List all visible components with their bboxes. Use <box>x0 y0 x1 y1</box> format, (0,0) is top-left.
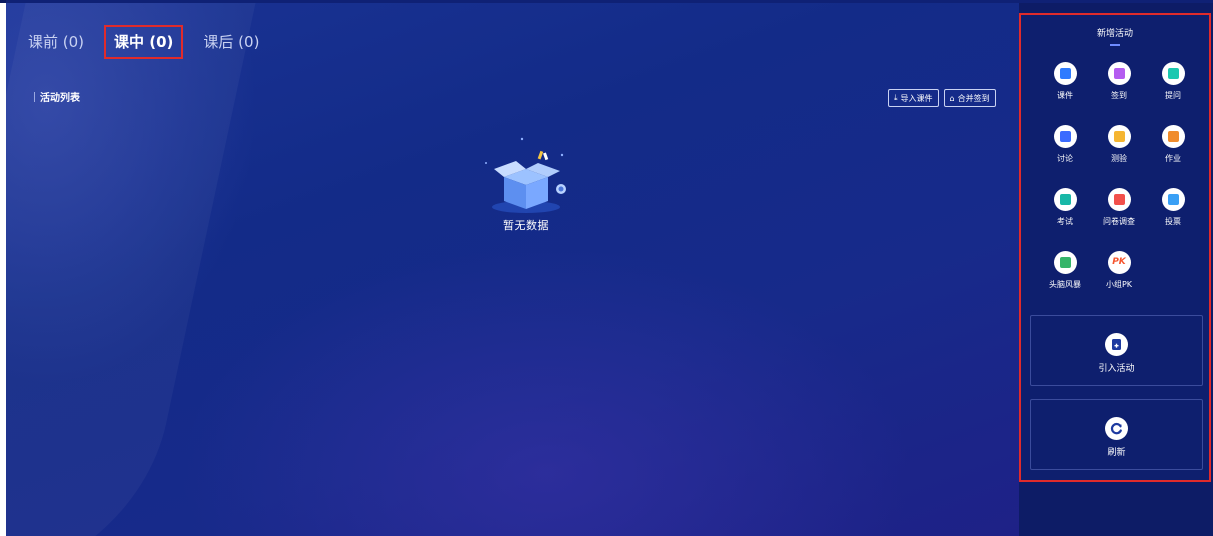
activity-homework[interactable]: 作业 <box>1150 125 1196 164</box>
question-icon <box>1161 62 1185 85</box>
tab-after-class[interactable]: 课后 (0) <box>195 27 267 57</box>
activity-brainstorm[interactable]: 头脑风暴 <box>1042 251 1088 290</box>
activity-label: 考试 <box>1057 217 1073 226</box>
activity-survey[interactable]: 问卷调查 <box>1096 188 1142 227</box>
activity-label: 签到 <box>1111 91 1127 100</box>
refresh-label: 刷新 <box>1107 448 1126 458</box>
exam-glyph <box>1059 194 1071 205</box>
add-activity-panel: 新增活动 课件 签到 提问讨论 测验 作业考试 问卷调查 投票头脑风暴 PK 小组PK 引入活动… <box>1019 13 1211 482</box>
download-icon: ⤓ <box>894 93 898 102</box>
list-toolbar: ⤓ 导入课件 ⌂ 合并签到 <box>888 89 996 107</box>
homework-icon <box>1161 125 1185 148</box>
signin-glyph <box>1113 68 1125 79</box>
empty-text: 暂无数据 <box>503 219 549 232</box>
courseware-glyph <box>1059 68 1071 79</box>
brainstorm-glyph <box>1059 257 1071 268</box>
brainstorm-icon <box>1053 251 1077 274</box>
main-area: 课前 (0) 课中 (0) 课后 (0) 活动列表 ⤓ 导入课件 ⌂ 合并签到 <box>6 3 1024 536</box>
import-activity-icon <box>1105 333 1128 356</box>
activity-exam[interactable]: 考试 <box>1042 188 1088 227</box>
activity-label: 问卷调查 <box>1103 217 1135 226</box>
signin-icon <box>1107 62 1131 85</box>
group-pk-icon: PK <box>1107 251 1131 274</box>
activity-question[interactable]: 提问 <box>1150 62 1196 101</box>
activity-group-pk[interactable]: PK 小组PK <box>1096 251 1142 290</box>
courseware-icon <box>1053 62 1077 85</box>
activity-quiz[interactable]: 测验 <box>1096 125 1142 164</box>
tab-before-class[interactable]: 课前 (0) <box>20 27 92 57</box>
activity-label: 头脑风暴 <box>1049 280 1081 289</box>
heading-bar <box>34 91 35 102</box>
panel-title: 新增活动 <box>1021 26 1209 46</box>
panel-title-underline <box>1110 44 1120 46</box>
tab-bar: 课前 (0) 课中 (0) 课后 (0) <box>20 25 267 59</box>
import-courseware-label: 导入课件 <box>900 93 933 103</box>
vote-icon <box>1161 188 1185 211</box>
refresh-button[interactable]: 刷新 <box>1030 399 1203 470</box>
activity-label: 测验 <box>1111 154 1127 163</box>
refresh-icon <box>1105 417 1128 440</box>
vote-glyph <box>1167 194 1179 205</box>
activity-discussion[interactable]: 讨论 <box>1042 125 1088 164</box>
import-activity-label: 引入活动 <box>1098 364 1135 374</box>
group-pk-glyph: PK <box>1112 257 1126 267</box>
question-glyph <box>1167 68 1179 79</box>
activity-label: 课件 <box>1057 91 1073 100</box>
merge-signin-label: 合并签到 <box>957 93 990 103</box>
empty-box-icon <box>485 137 566 213</box>
quiz-glyph <box>1113 131 1125 142</box>
import-activity-button[interactable]: 引入活动 <box>1030 315 1203 386</box>
exam-icon <box>1053 188 1077 211</box>
survey-icon <box>1107 188 1131 211</box>
discussion-glyph <box>1059 131 1071 142</box>
homework-glyph <box>1167 131 1179 142</box>
activity-courseware[interactable]: 课件 <box>1042 62 1088 101</box>
activity-label: 提问 <box>1165 91 1181 100</box>
merge-signin-button[interactable]: ⌂ 合并签到 <box>943 89 996 107</box>
activity-label: 投票 <box>1165 217 1181 226</box>
empty-state: 暂无数据 <box>476 131 576 233</box>
tab-in-class[interactable]: 课中 (0) <box>104 25 184 59</box>
activity-label: 讨论 <box>1057 154 1073 163</box>
survey-glyph <box>1113 194 1125 205</box>
activity-label: 小组PK <box>1105 280 1133 289</box>
activity-vote[interactable]: 投票 <box>1150 188 1196 227</box>
activity-label: 作业 <box>1165 154 1181 163</box>
activity-list-heading: 活动列表 <box>34 89 80 104</box>
merge-icon: ⌂ <box>949 93 955 103</box>
activity-signin[interactable]: 签到 <box>1096 62 1142 101</box>
discussion-icon <box>1053 125 1077 148</box>
activity-list-title: 活动列表 <box>40 93 80 104</box>
import-courseware-button[interactable]: ⤓ 导入课件 <box>888 89 939 107</box>
quiz-icon <box>1107 125 1131 148</box>
panel-title-text: 新增活动 <box>1096 29 1133 39</box>
